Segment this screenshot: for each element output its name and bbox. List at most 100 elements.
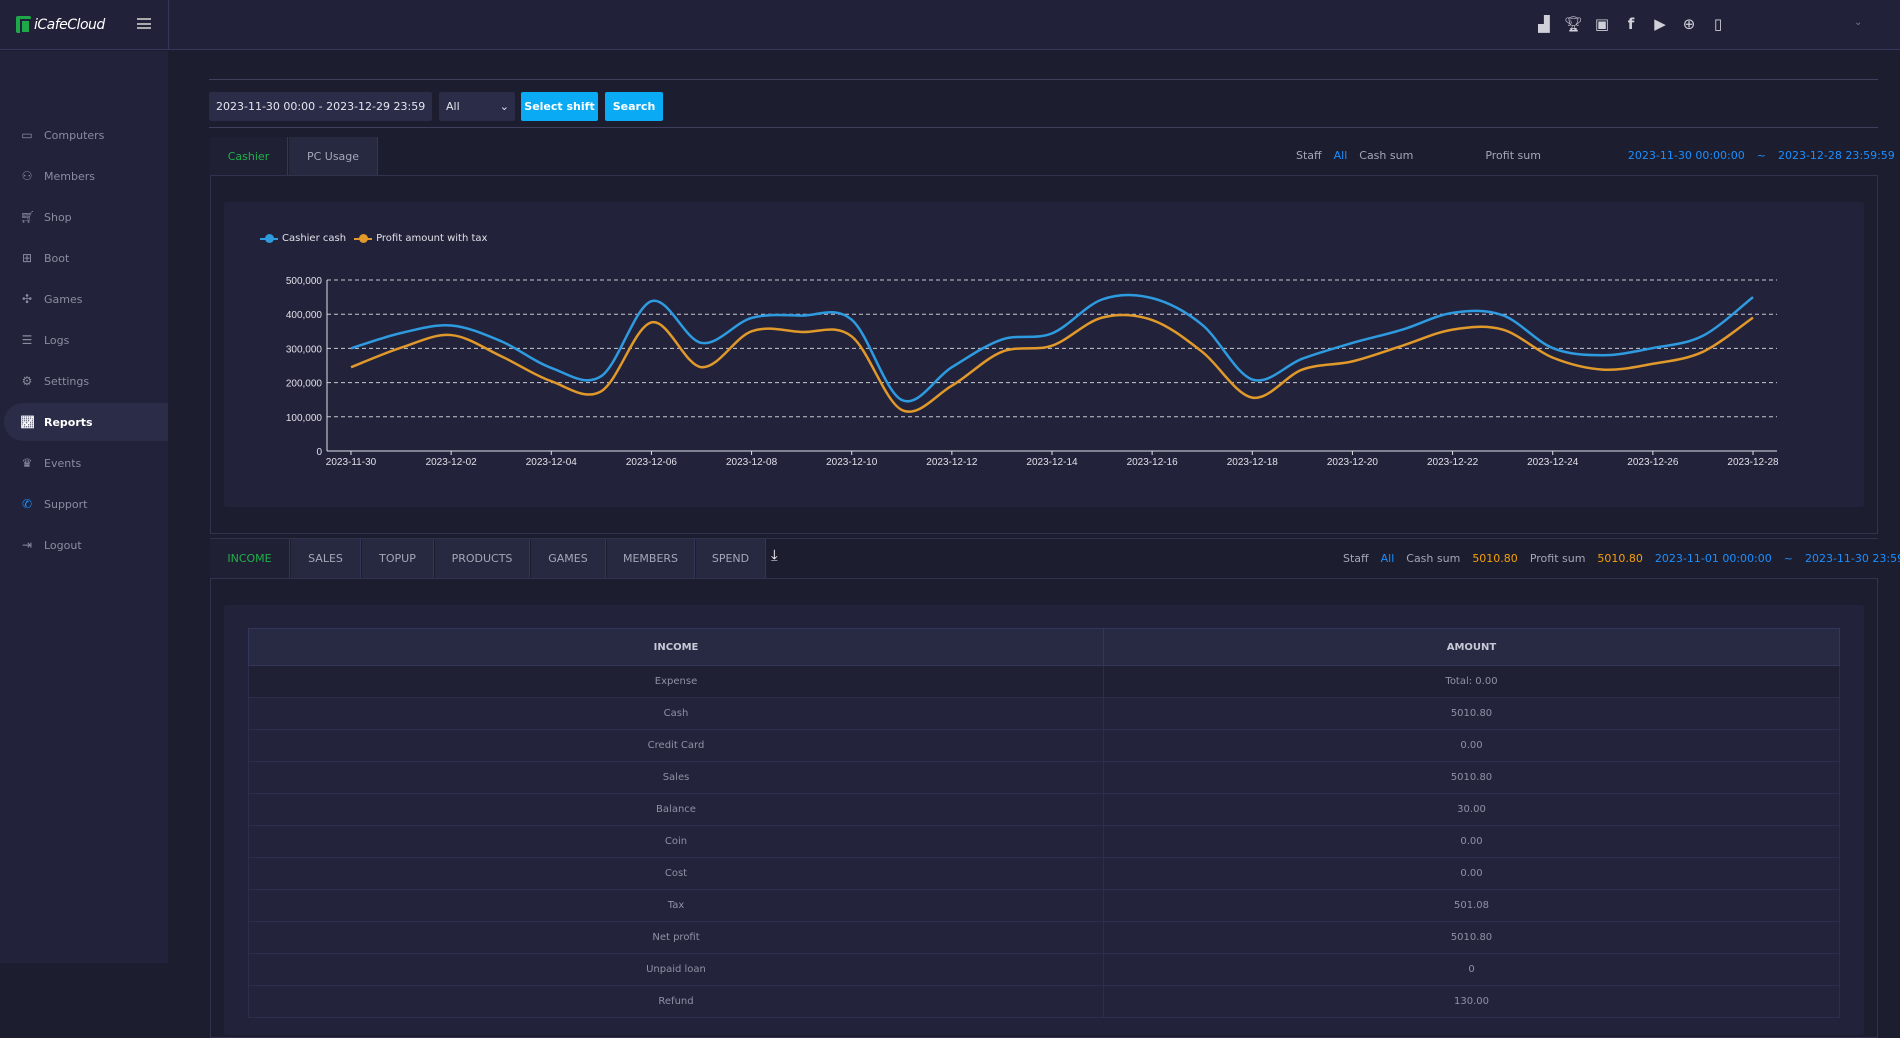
tab-pc-usage[interactable]: PC Usage bbox=[289, 137, 378, 175]
sidebar-item-label: Settings bbox=[44, 375, 89, 388]
column-header-income: INCOME bbox=[249, 629, 1104, 666]
income-cell: Sales bbox=[249, 762, 1104, 794]
date-separator: ~ bbox=[1784, 552, 1793, 565]
date-separator: ~ bbox=[1757, 149, 1766, 162]
income-cell: Expense bbox=[249, 666, 1104, 698]
date-range-input[interactable]: 2023-11-30 00:00 - 2023-12-29 23:59 bbox=[209, 92, 432, 121]
table-row: Coin0.00 bbox=[249, 826, 1840, 858]
staff-value[interactable]: All bbox=[1381, 552, 1395, 565]
sidebar-item-label: Logs bbox=[44, 334, 69, 347]
date-from: 2023-11-01 00:00:00 bbox=[1655, 552, 1772, 565]
tab-games[interactable]: GAMES bbox=[531, 539, 606, 578]
sidebar-item-reports[interactable]: 📈︎ Reports bbox=[4, 403, 168, 441]
legend-label: Profit amount with tax bbox=[376, 233, 487, 244]
divider bbox=[209, 79, 1878, 80]
trophy-icon[interactable]: 🏆︎ bbox=[1564, 15, 1582, 33]
profit-sum-label: Profit sum bbox=[1485, 149, 1541, 162]
cash-sum-label: Cash sum bbox=[1359, 149, 1413, 162]
income-table: INCOMEAMOUNT ExpenseTotal: 0.00Cash5010.… bbox=[248, 628, 1840, 1018]
tab-spend[interactable]: SPEND bbox=[696, 539, 766, 578]
amount-cell: 30.00 bbox=[1104, 794, 1840, 826]
income-cell: Credit Card bbox=[249, 730, 1104, 762]
staff-label: Staff bbox=[1296, 149, 1322, 162]
select-shift-button[interactable]: Select shift bbox=[521, 92, 598, 121]
ranking-icon[interactable]: ▟ bbox=[1535, 15, 1553, 33]
table-row: Unpaid loan0 bbox=[249, 954, 1840, 986]
sidebar-item-label: Boot bbox=[44, 252, 69, 265]
date-to: 2023-12-28 23:59:59 bbox=[1778, 149, 1895, 162]
table-row: Net profit5010.80 bbox=[249, 922, 1840, 954]
sidebar-item-label: Members bbox=[44, 170, 95, 183]
sidebar-item-label: Reports bbox=[44, 416, 93, 429]
profit-sum-label: Profit sum bbox=[1530, 552, 1586, 565]
sidebar: ▭Computers ⚇ Members 🛒︎Shop⊞Boot✣Games ☰ Logs… bbox=[0, 51, 168, 963]
list-icon: ☰ bbox=[20, 333, 34, 347]
legend-marker bbox=[260, 238, 278, 240]
sidebar-item-settings[interactable]: ⚙ Settings bbox=[0, 362, 168, 400]
logo[interactable]: iCafeCloud bbox=[16, 16, 105, 33]
table-row: Refund130.00 bbox=[249, 986, 1840, 1018]
sidebar-item-support[interactable]: ✆Support bbox=[0, 485, 168, 523]
staff-label: Staff bbox=[1343, 552, 1369, 565]
tab-topup[interactable]: TOPUP bbox=[362, 539, 434, 578]
legend-marker bbox=[354, 238, 372, 240]
facebook-icon[interactable]: f bbox=[1622, 15, 1640, 33]
tab-income[interactable]: INCOME bbox=[210, 539, 290, 578]
sidebar-item-logout[interactable]: ⇥Logout bbox=[0, 526, 168, 564]
youtube-icon[interactable]: ▶ bbox=[1651, 15, 1669, 33]
sidebar-item-members[interactable]: ⚇ Members bbox=[0, 157, 168, 195]
discord-icon[interactable]: ▣ bbox=[1593, 15, 1611, 33]
users-icon: ⚇ bbox=[20, 169, 34, 183]
table-row: Balance30.00 bbox=[249, 794, 1840, 826]
chevron-down-icon[interactable]: ⌄ bbox=[1854, 17, 1862, 28]
table-row: Credit Card0.00 bbox=[249, 730, 1840, 762]
chart-icon: 📈︎ bbox=[20, 415, 34, 429]
logout-icon: ⇥ bbox=[20, 538, 34, 552]
income-cell: Unpaid loan bbox=[249, 954, 1104, 986]
sidebar-item-label: Shop bbox=[44, 211, 72, 224]
sidebar-item-boot[interactable]: ⊞Boot bbox=[0, 239, 168, 277]
income-cell: Cash bbox=[249, 698, 1104, 730]
menu-toggle-icon[interactable] bbox=[137, 18, 151, 29]
amount-cell: 5010.80 bbox=[1104, 762, 1840, 794]
bottom-summary: Staff All Cash sum 5010.80 Profit sum 50… bbox=[1343, 552, 1900, 565]
tab-sales[interactable]: SALES bbox=[291, 539, 361, 578]
sidebar-item-games[interactable]: ✣Games bbox=[0, 280, 168, 318]
profit-sum-value: 5010.80 bbox=[1597, 552, 1643, 565]
globe-icon[interactable]: ⊕ bbox=[1680, 15, 1698, 33]
crown-icon: ♛ bbox=[20, 456, 34, 470]
book-icon[interactable]: ▯ bbox=[1709, 15, 1727, 33]
amount-cell: 0.00 bbox=[1104, 826, 1840, 858]
table-row: Tax501.08 bbox=[249, 890, 1840, 922]
divider bbox=[209, 127, 1878, 128]
income-cell: Tax bbox=[249, 890, 1104, 922]
tab-products[interactable]: PRODUCTS bbox=[435, 539, 530, 578]
gear-icon: ⚙ bbox=[20, 374, 34, 388]
divider bbox=[168, 0, 169, 50]
table-row: Sales5010.80 bbox=[249, 762, 1840, 794]
column-header-amount: AMOUNT bbox=[1104, 629, 1840, 666]
amount-cell: 130.00 bbox=[1104, 986, 1840, 1018]
sidebar-item-shop[interactable]: 🛒︎Shop bbox=[0, 198, 168, 236]
phone-icon: ✆ bbox=[20, 497, 34, 511]
staff-value[interactable]: All bbox=[1334, 149, 1348, 162]
sidebar-item-events[interactable]: ♛Events bbox=[0, 444, 168, 482]
chart-card bbox=[224, 202, 1864, 507]
search-button[interactable]: Search bbox=[605, 92, 663, 121]
gamepad-icon: ✣ bbox=[20, 292, 34, 306]
download-icon[interactable]: ⤓ bbox=[771, 546, 778, 564]
legend-label: Cashier cash bbox=[282, 233, 346, 244]
sidebar-item-label: Computers bbox=[44, 129, 104, 142]
sidebar-item-computers[interactable]: ▭Computers bbox=[0, 116, 168, 154]
amount-cell: 0.00 bbox=[1104, 730, 1840, 762]
tab-members[interactable]: MEMBERS bbox=[607, 539, 695, 578]
brand-name: iCafeCloud bbox=[34, 17, 105, 33]
amount-cell: 5010.80 bbox=[1104, 922, 1840, 954]
legend-item-cashier-cash[interactable]: Cashier cash bbox=[260, 233, 346, 244]
legend-item-profit[interactable]: Profit amount with tax bbox=[354, 233, 487, 244]
shift-select[interactable]: All⌄ bbox=[439, 92, 515, 121]
tab-cashier[interactable]: Cashier bbox=[210, 137, 288, 175]
sidebar-item-logs[interactable]: ☰ Logs bbox=[0, 321, 168, 359]
header-icons: ▟ 🏆︎ ▣ f ▶ ⊕ ▯ bbox=[1535, 15, 1727, 33]
table-row: Cash5010.80 bbox=[249, 698, 1840, 730]
